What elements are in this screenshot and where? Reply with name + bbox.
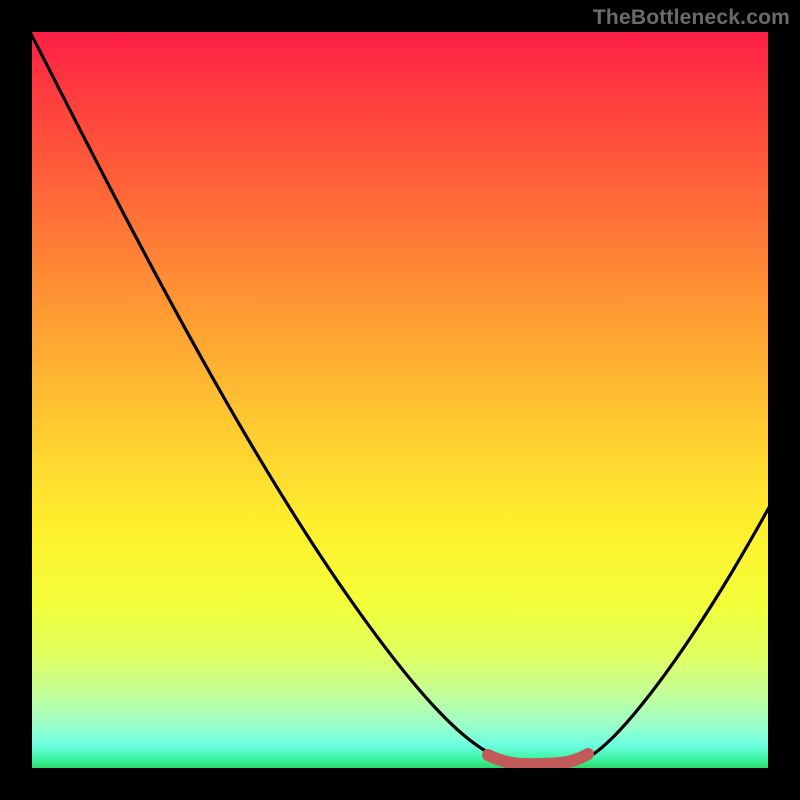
gradient-plot-area — [32, 32, 768, 768]
chart-frame: TheBottleneck.com — [0, 0, 800, 800]
watermark-text: TheBottleneck.com — [593, 6, 790, 30]
curve-svg — [32, 32, 768, 768]
optimal-zone-marker-path — [488, 754, 588, 764]
bottleneck-curve-path — [32, 32, 768, 764]
